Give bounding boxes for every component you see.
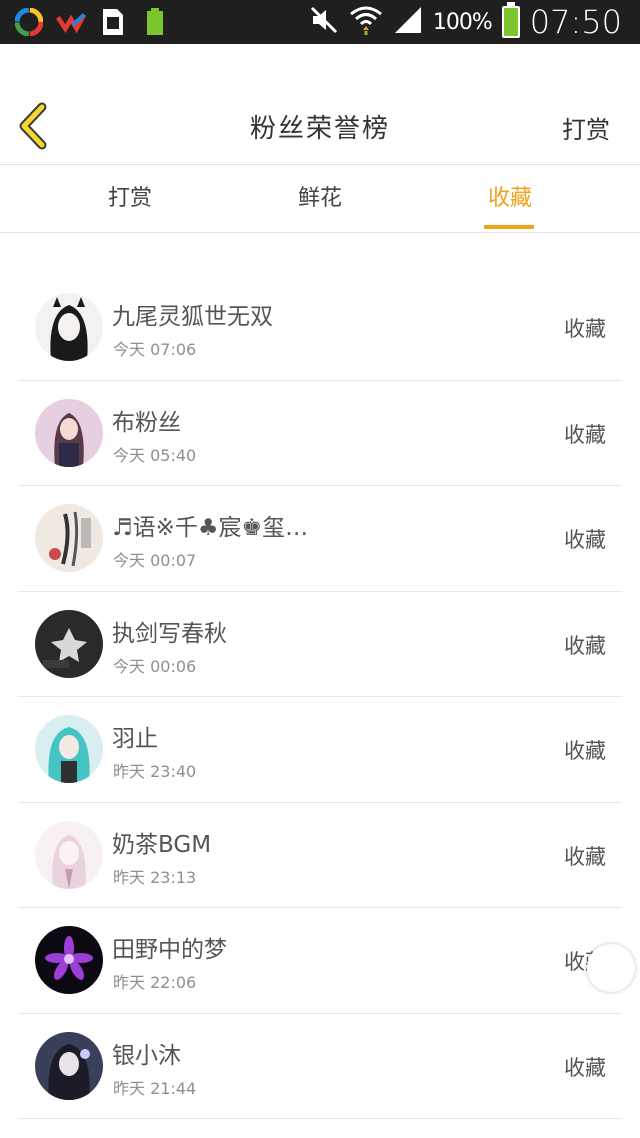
list-item[interactable]: 田野中的梦 昨天 22:06 收藏 [18, 908, 622, 1014]
fan-time: 今天 05:40 [113, 445, 197, 465]
app-icon-colorful [14, 7, 44, 37]
fan-time: 今天 07:06 [113, 340, 197, 359]
mute-icon [309, 5, 339, 39]
battery-icon [501, 2, 520, 38]
avatar [35, 504, 103, 572]
fan-name: 银小沐 [112, 1042, 181, 1069]
fan-time: 昨天 23:13 [113, 867, 197, 887]
list-item[interactable]: 奶茶BGM 昨天 23:13 收藏 [18, 803, 622, 908]
avatar [35, 609, 103, 678]
list-item[interactable]: 银小沐 昨天 21:44 收藏 [18, 1014, 622, 1119]
fan-name: ♬语※千♣宸♚玺… [112, 515, 309, 541]
avatar [35, 926, 103, 994]
fan-name: 田野中的梦 [112, 937, 227, 963]
favorite-action[interactable]: 收藏 [564, 1052, 606, 1082]
fan-name: 羽止 [112, 726, 158, 752]
tab-flowers-label: 鲜花 [297, 186, 342, 211]
fan-name: 执剑写春秋 [112, 620, 227, 647]
fan-time: 昨天 23:40 [113, 762, 197, 781]
fan-time: 今天 00:07 [113, 551, 197, 570]
favorite-action[interactable]: 收藏 [564, 735, 606, 765]
fan-list: 九尾灵狐世无双 今天 07:06 收藏 布粉丝 今天 05:40 收藏 ♬语※千… [0, 275, 640, 1119]
avatar [35, 293, 103, 361]
page-title: 粉丝荣誉榜 [249, 114, 390, 144]
tab-favorites[interactable]: 收藏 [450, 165, 570, 233]
fan-time: 昨天 22:06 [113, 973, 197, 992]
battery-small-icon [140, 7, 170, 37]
app-icon-red-check [56, 7, 86, 37]
tab-favorites-label: 收藏 [487, 186, 532, 211]
active-tab-indicator [484, 225, 534, 229]
fan-name: 布粉丝 [112, 409, 181, 436]
list-item[interactable]: 布粉丝 今天 05:40 收藏 [18, 381, 622, 486]
avatar [35, 1031, 103, 1100]
favorite-action[interactable]: 收藏 [564, 630, 606, 660]
signal-icon [393, 5, 423, 39]
sim-icon [98, 7, 128, 37]
battery-percent: 100% [432, 9, 493, 35]
favorite-action[interactable]: 收藏 [564, 841, 606, 871]
list-item[interactable]: 执剑写春秋 今天 00:06 收藏 [18, 592, 622, 697]
fan-name: 奶茶BGM [112, 831, 212, 858]
floating-assist-button[interactable] [587, 944, 635, 992]
wifi-icon [349, 4, 383, 40]
list-item[interactable]: ♬语※千♣宸♚玺… 今天 00:07 收藏 [18, 486, 622, 592]
tab-reward[interactable]: 打赏 [70, 165, 190, 233]
avatar [35, 820, 103, 889]
tab-bar: 打赏 鲜花 收藏 [0, 165, 640, 233]
list-item[interactable]: 羽止 昨天 23:40 收藏 [18, 697, 622, 803]
favorite-action[interactable]: 收藏 [564, 419, 606, 449]
favorite-action[interactable]: 收藏 [564, 524, 606, 554]
tab-reward-label: 打赏 [107, 186, 152, 211]
header: 粉丝荣誉榜 打赏 [0, 44, 640, 165]
favorite-action[interactable]: 收藏 [564, 313, 606, 343]
tab-flowers[interactable]: 鲜花 [260, 165, 380, 233]
fan-time: 今天 00:06 [113, 656, 197, 676]
status-bar: 100% 07:50 [0, 0, 640, 44]
fan-name: 九尾灵狐世无双 [112, 304, 273, 330]
avatar [35, 398, 103, 467]
avatar [35, 715, 103, 783]
clock: 07:50 [529, 3, 622, 41]
fan-time: 昨天 21:44 [113, 1078, 197, 1098]
list-item[interactable]: 九尾灵狐世无双 今天 07:06 收藏 [18, 275, 622, 381]
reward-button[interactable]: 打赏 [562, 110, 610, 145]
